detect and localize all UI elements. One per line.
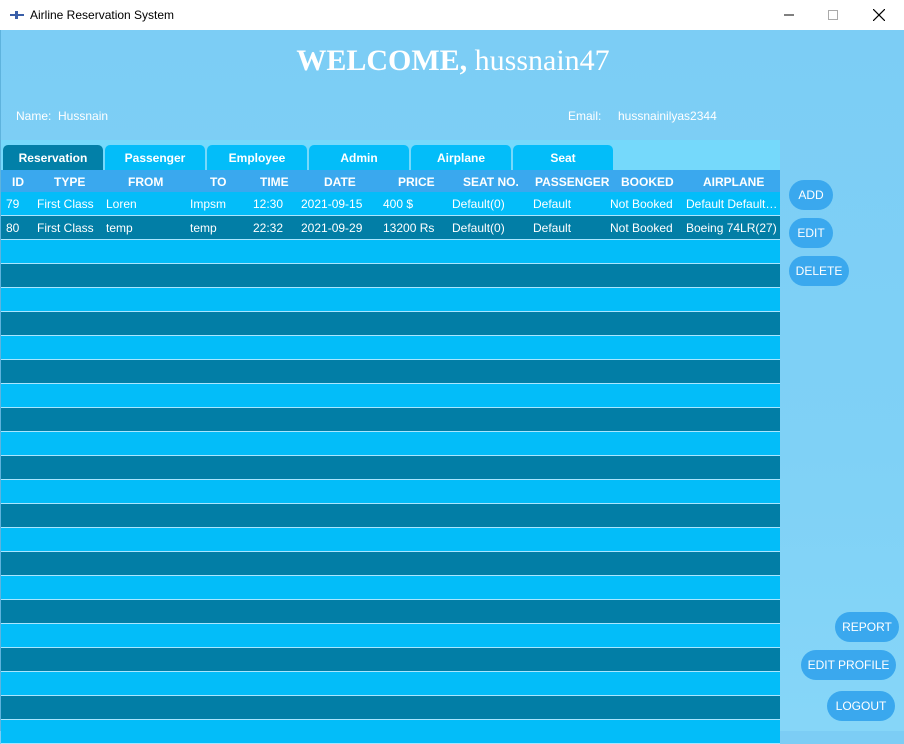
table-row-empty [1, 696, 780, 720]
table-row-empty [1, 528, 780, 552]
column-header-airplane[interactable]: AIRPLANE [703, 175, 764, 189]
tab-airplane[interactable]: Airplane [411, 145, 511, 170]
cell-seat-no: Default(0) [452, 221, 505, 235]
table-row-empty [1, 384, 780, 408]
table-row-empty [1, 432, 780, 456]
main-area: WELCOME, hussnain47 Name: Hussnain Email… [0, 30, 904, 744]
cell-passenger: Default [533, 197, 572, 211]
table-row[interactable]: 80 First Class temp temp 22:32 2021-09-2… [1, 216, 780, 240]
table-row-empty [1, 264, 780, 288]
cell-booked: Not Booked [610, 197, 673, 211]
table-row-empty [1, 408, 780, 432]
cell-time: 22:32 [253, 221, 284, 235]
welcome-heading: WELCOME, hussnain47 [1, 44, 904, 78]
window-title: Airline Reservation System [30, 8, 175, 22]
table-row-empty [1, 360, 780, 384]
table-row-empty [1, 456, 780, 480]
table-row-empty [1, 720, 780, 744]
name-value: Hussnain [58, 109, 109, 123]
cell-id: 79 [6, 197, 20, 211]
table-row-empty [1, 288, 780, 312]
tab-panel: Reservation Passenger Employee Admin Air… [1, 140, 780, 744]
minimize-icon [784, 14, 794, 16]
cell-date: 2021-09-29 [301, 221, 363, 235]
cell-time: 12:30 [253, 197, 284, 211]
email-label: Email: [568, 109, 602, 123]
column-header-seat-no[interactable]: SEAT NO. [463, 175, 519, 189]
airplane-app-icon [10, 11, 24, 19]
cell-from: temp [106, 221, 133, 235]
table-row-empty [1, 552, 780, 576]
table-row-empty [1, 480, 780, 504]
table-row-empty [1, 600, 780, 624]
cell-price: 13200 Rs [383, 221, 435, 235]
tab-employee[interactable]: Employee [207, 145, 307, 170]
add-button[interactable]: ADD [789, 180, 833, 210]
cell-type: First Class [37, 197, 94, 211]
cell-passenger: Default [533, 221, 572, 235]
welcome-label: WELCOME, [296, 44, 468, 77]
tab-passenger[interactable]: Passenger [105, 145, 205, 170]
cell-seat-no: Default(0) [452, 197, 505, 211]
column-header-passenger[interactable]: PASSENGER [535, 175, 609, 189]
column-header-type[interactable]: TYPE [54, 175, 85, 189]
cell-type: First Class [37, 221, 94, 235]
table-row-empty [1, 624, 780, 648]
table-row-empty [1, 504, 780, 528]
column-header-from[interactable]: FROM [128, 175, 163, 189]
table-row-empty [1, 672, 780, 696]
cell-to: Impsm [190, 197, 226, 211]
report-button[interactable]: REPORT [835, 612, 899, 642]
table-row[interactable]: 79 First Class Loren Impsm 12:30 2021-09… [1, 192, 780, 216]
cell-from: Loren [106, 197, 137, 211]
cell-date: 2021-09-15 [301, 197, 363, 211]
cell-booked: Not Booked [610, 221, 673, 235]
column-header-booked[interactable]: BOOKED [621, 175, 674, 189]
tab-admin[interactable]: Admin [309, 145, 409, 170]
table-row-empty [1, 240, 780, 264]
delete-button[interactable]: DELETE [789, 256, 849, 286]
tab-bar: Reservation Passenger Employee Admin Air… [1, 140, 780, 170]
name-label: Name: [16, 109, 52, 123]
table-row-empty [1, 336, 780, 360]
table-header: ID TYPE FROM TO TIME DATE PRICE SEAT NO.… [1, 170, 780, 192]
minimize-button[interactable] [766, 0, 812, 30]
table-row-empty [1, 576, 780, 600]
close-icon [873, 9, 885, 21]
edit-profile-button[interactable]: EDIT PROFILE [801, 650, 896, 680]
cell-airplane: Default Default… [686, 197, 778, 211]
welcome-username: hussnain47 [474, 44, 610, 77]
tab-reservation[interactable]: Reservation [3, 145, 103, 170]
cell-price: 400 $ [383, 197, 414, 211]
column-header-time[interactable]: TIME [260, 175, 289, 189]
column-header-date[interactable]: DATE [324, 175, 356, 189]
maximize-button[interactable] [810, 0, 856, 30]
close-button[interactable] [856, 0, 902, 30]
email-value: hussnainilyas2344 [618, 109, 717, 123]
tab-seat[interactable]: Seat [513, 145, 613, 170]
column-header-price[interactable]: PRICE [398, 175, 435, 189]
table-row-empty [1, 312, 780, 336]
table-row-empty [1, 648, 780, 672]
column-header-id[interactable]: ID [12, 175, 24, 189]
cell-to: temp [190, 221, 217, 235]
cell-airplane: Boeing 74LR(27) [686, 221, 777, 235]
edit-button[interactable]: EDIT [789, 218, 833, 248]
cell-id: 80 [6, 221, 20, 235]
column-header-to[interactable]: TO [210, 175, 226, 189]
table-body: 79 First Class Loren Impsm 12:30 2021-09… [1, 192, 780, 744]
window-titlebar: Airline Reservation System [0, 0, 904, 30]
logout-button[interactable]: LOGOUT [827, 691, 895, 721]
maximize-icon [828, 10, 838, 20]
